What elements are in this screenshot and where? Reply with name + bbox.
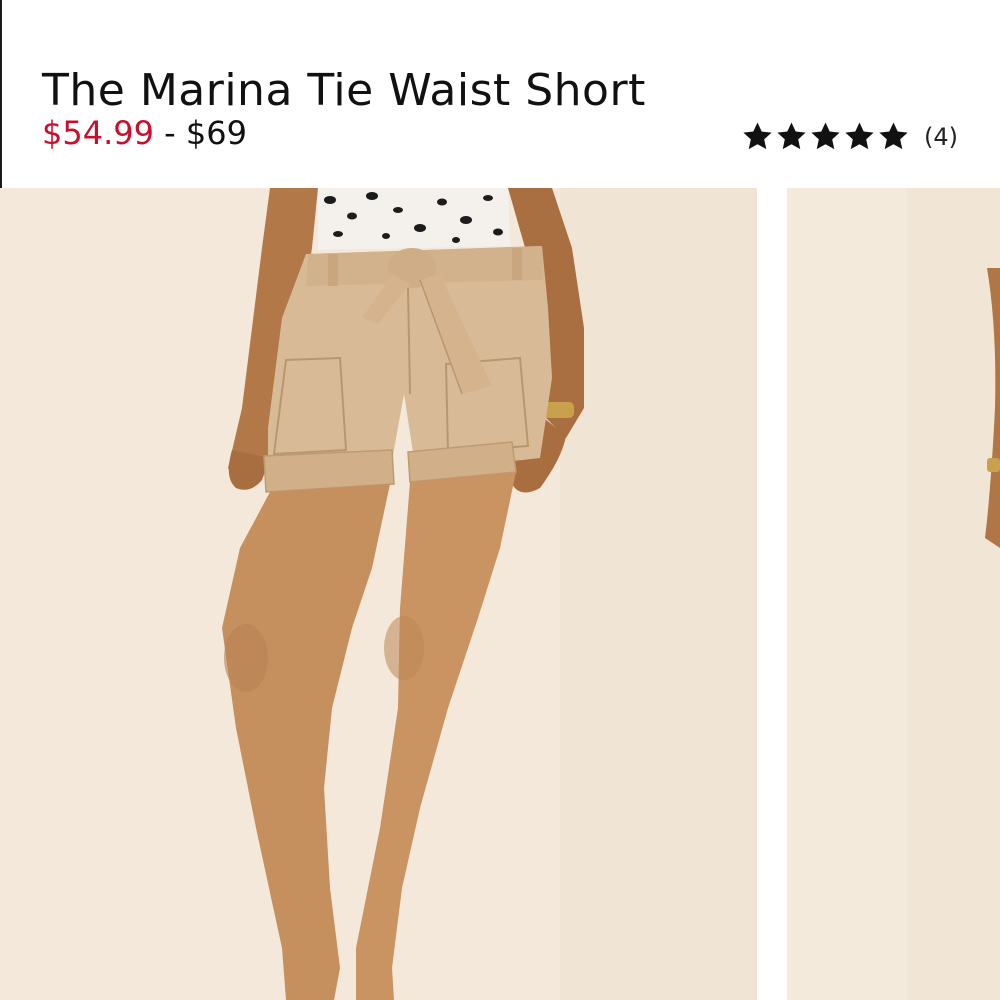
product-photo-next-icon (787, 188, 1000, 1000)
star-icon (777, 122, 806, 150)
price-row: $54.99 - $69 (42, 114, 247, 152)
product-photo-icon (0, 188, 757, 1000)
product-page: The Marina Tie Waist Short $54.99 - $69 … (0, 0, 1000, 1000)
star-icon (879, 122, 908, 150)
price-separator: - (164, 114, 176, 152)
star-icon (811, 122, 840, 150)
product-rating[interactable]: (4) (741, 120, 958, 153)
product-image-next[interactable] (787, 188, 1000, 1000)
star-icon (845, 122, 874, 150)
left-edge-divider (0, 0, 2, 188)
star-rating (741, 120, 910, 153)
product-image-carousel[interactable] (0, 188, 1000, 1000)
review-count[interactable]: (4) (924, 123, 958, 151)
regular-price: $69 (185, 114, 247, 152)
product-title: The Marina Tie Waist Short (42, 65, 646, 117)
star-icon (743, 122, 772, 150)
product-image-main[interactable] (0, 188, 757, 1000)
sale-price: $54.99 (42, 114, 154, 152)
